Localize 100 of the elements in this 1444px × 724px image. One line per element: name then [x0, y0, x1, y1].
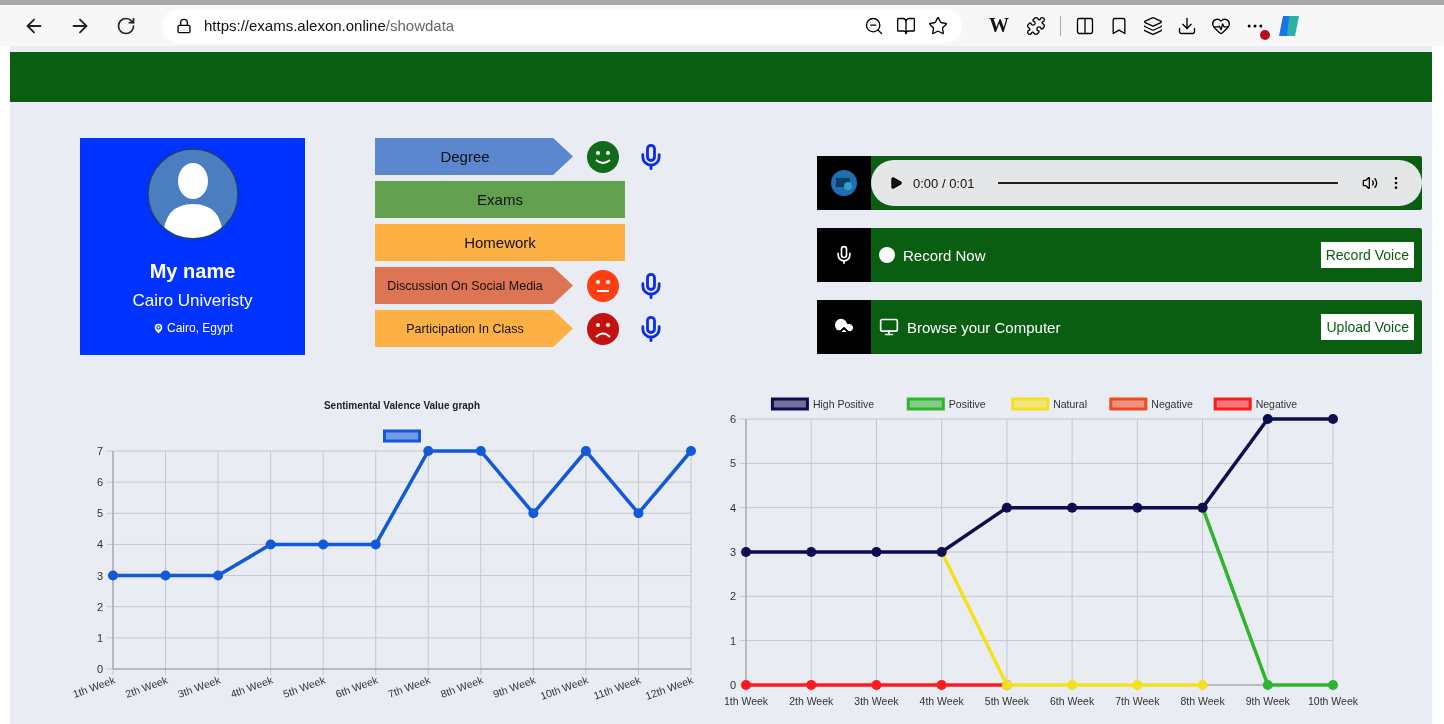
data-point	[1328, 680, 1338, 690]
copilot-icon[interactable]	[1279, 13, 1299, 38]
download-icon[interactable]	[1177, 15, 1197, 36]
legend-label[interactable]: Natural	[1053, 398, 1088, 410]
avatar-icon	[146, 148, 239, 240]
play-icon[interactable]	[889, 176, 903, 190]
read-aloud-icon[interactable]	[896, 15, 916, 36]
logo-icon	[830, 169, 858, 197]
legend-swatch[interactable]	[1213, 397, 1252, 411]
data-point	[871, 680, 882, 690]
tick-label: 0	[96, 663, 103, 675]
data-point	[1001, 502, 1012, 513]
extension-button[interactable]: W	[986, 14, 1012, 37]
legend-label[interactable]: Negative	[1255, 398, 1298, 410]
data-point	[1067, 502, 1078, 513]
location-pin-icon	[152, 321, 165, 335]
lock-icon	[176, 17, 192, 34]
legend-label[interactable]: High Positive	[812, 398, 875, 410]
tick-label: 0	[729, 679, 736, 691]
data-point	[806, 547, 817, 557]
tick-label: 6th Week	[333, 673, 380, 700]
data-point	[265, 539, 276, 550]
legend-label[interactable]: Negative	[1151, 398, 1193, 410]
data-point	[1262, 414, 1273, 424]
legend-swatch[interactable]	[1109, 397, 1148, 411]
legend-label[interactable]: Positive	[948, 398, 986, 410]
tick-label: 4	[96, 538, 103, 551]
address-bar[interactable]: https://exams.alexon.online/showdata	[162, 8, 962, 43]
tick-label: 5th Week	[984, 695, 1029, 707]
volume-icon[interactable]	[1362, 175, 1378, 191]
category-label[interactable]: Degree	[375, 138, 573, 175]
audio-time: 0:00 / 0:01	[913, 175, 975, 191]
reload-icon[interactable]	[116, 15, 136, 36]
microphone-icon	[834, 245, 854, 265]
location-text: Cairo, Egypt	[167, 321, 233, 335]
tick-label: 11th Week	[591, 673, 643, 702]
data-point	[475, 446, 486, 456]
tick-label: 4	[729, 501, 736, 514]
tick-label: 3	[729, 546, 736, 558]
data-point	[423, 446, 434, 456]
tick-label: 6th Week	[1050, 695, 1095, 707]
data-point	[580, 446, 591, 456]
zoom-out-icon[interactable]	[864, 15, 884, 36]
audio-player[interactable]: 0:00 / 0:01	[871, 160, 1422, 206]
chart-title: Sentimental Valence Value graph	[323, 400, 481, 411]
category-label[interactable]: Homework	[375, 224, 625, 261]
tick-label: 7th Week	[1115, 695, 1160, 707]
tick-label: 8th Week	[1180, 695, 1225, 707]
category-label[interactable]: Discussion On Social Media	[375, 267, 573, 304]
tick-label: 6	[729, 413, 736, 425]
data-point	[213, 570, 224, 581]
smiley-face-icon	[587, 140, 619, 173]
tick-label: 2	[729, 590, 736, 603]
tick-label: 3th Week	[176, 673, 222, 700]
record-dot-icon	[879, 247, 895, 263]
tick-label: 1th Week	[725, 695, 769, 707]
category-label[interactable]: Exams	[375, 181, 625, 218]
tick-label: 12th Week	[643, 673, 695, 702]
neutral-face-icon	[587, 269, 619, 302]
legend-swatch[interactable]	[906, 397, 945, 411]
upload-voice-button[interactable]: Upload Voice	[1321, 314, 1414, 340]
split-screen-icon[interactable]	[1075, 15, 1095, 36]
legend-swatch[interactable]	[770, 397, 809, 411]
data-point	[160, 570, 171, 581]
notification-badge	[1260, 29, 1270, 40]
tick-label: 1th Week	[71, 673, 117, 700]
tick-label: 5	[96, 507, 103, 520]
data-point	[633, 508, 644, 519]
data-point	[871, 547, 882, 557]
tick-label: 7	[96, 445, 103, 457]
data-point	[108, 570, 118, 581]
tick-label: 8th Week	[438, 673, 485, 700]
star-icon[interactable]	[928, 15, 948, 36]
data-point	[370, 539, 381, 550]
profile-name: My name	[149, 260, 236, 283]
data-point	[936, 680, 947, 690]
record-label: Record Now	[903, 246, 987, 264]
tick-label: 2th Week	[789, 695, 834, 707]
tick-label: 5	[729, 457, 736, 470]
data-point	[686, 446, 696, 456]
category-label[interactable]: Participation In Class	[375, 310, 573, 347]
university-name: Cairo Univeristy	[132, 291, 253, 311]
data-point	[1262, 680, 1273, 690]
tick-label: 10th Week	[1308, 695, 1358, 707]
tick-label: 3th Week	[854, 695, 899, 707]
monitor-icon	[879, 317, 899, 337]
puzzle-icon[interactable]	[1026, 15, 1046, 36]
data-point	[1197, 680, 1208, 690]
tick-label: 7th Week	[386, 673, 432, 700]
collections-icon[interactable]	[1143, 15, 1163, 36]
data-point	[318, 539, 329, 550]
sad-face-icon	[587, 312, 619, 345]
data-point	[1132, 680, 1143, 690]
record-voice-button[interactable]: Record Voice	[1320, 242, 1414, 268]
tick-label: 3	[96, 569, 103, 582]
data-point	[528, 508, 539, 519]
tick-label: 5th Week	[281, 673, 327, 700]
data-point	[806, 680, 817, 690]
legend-swatch[interactable]	[383, 429, 421, 443]
tick-label: 10th Week	[538, 673, 590, 702]
